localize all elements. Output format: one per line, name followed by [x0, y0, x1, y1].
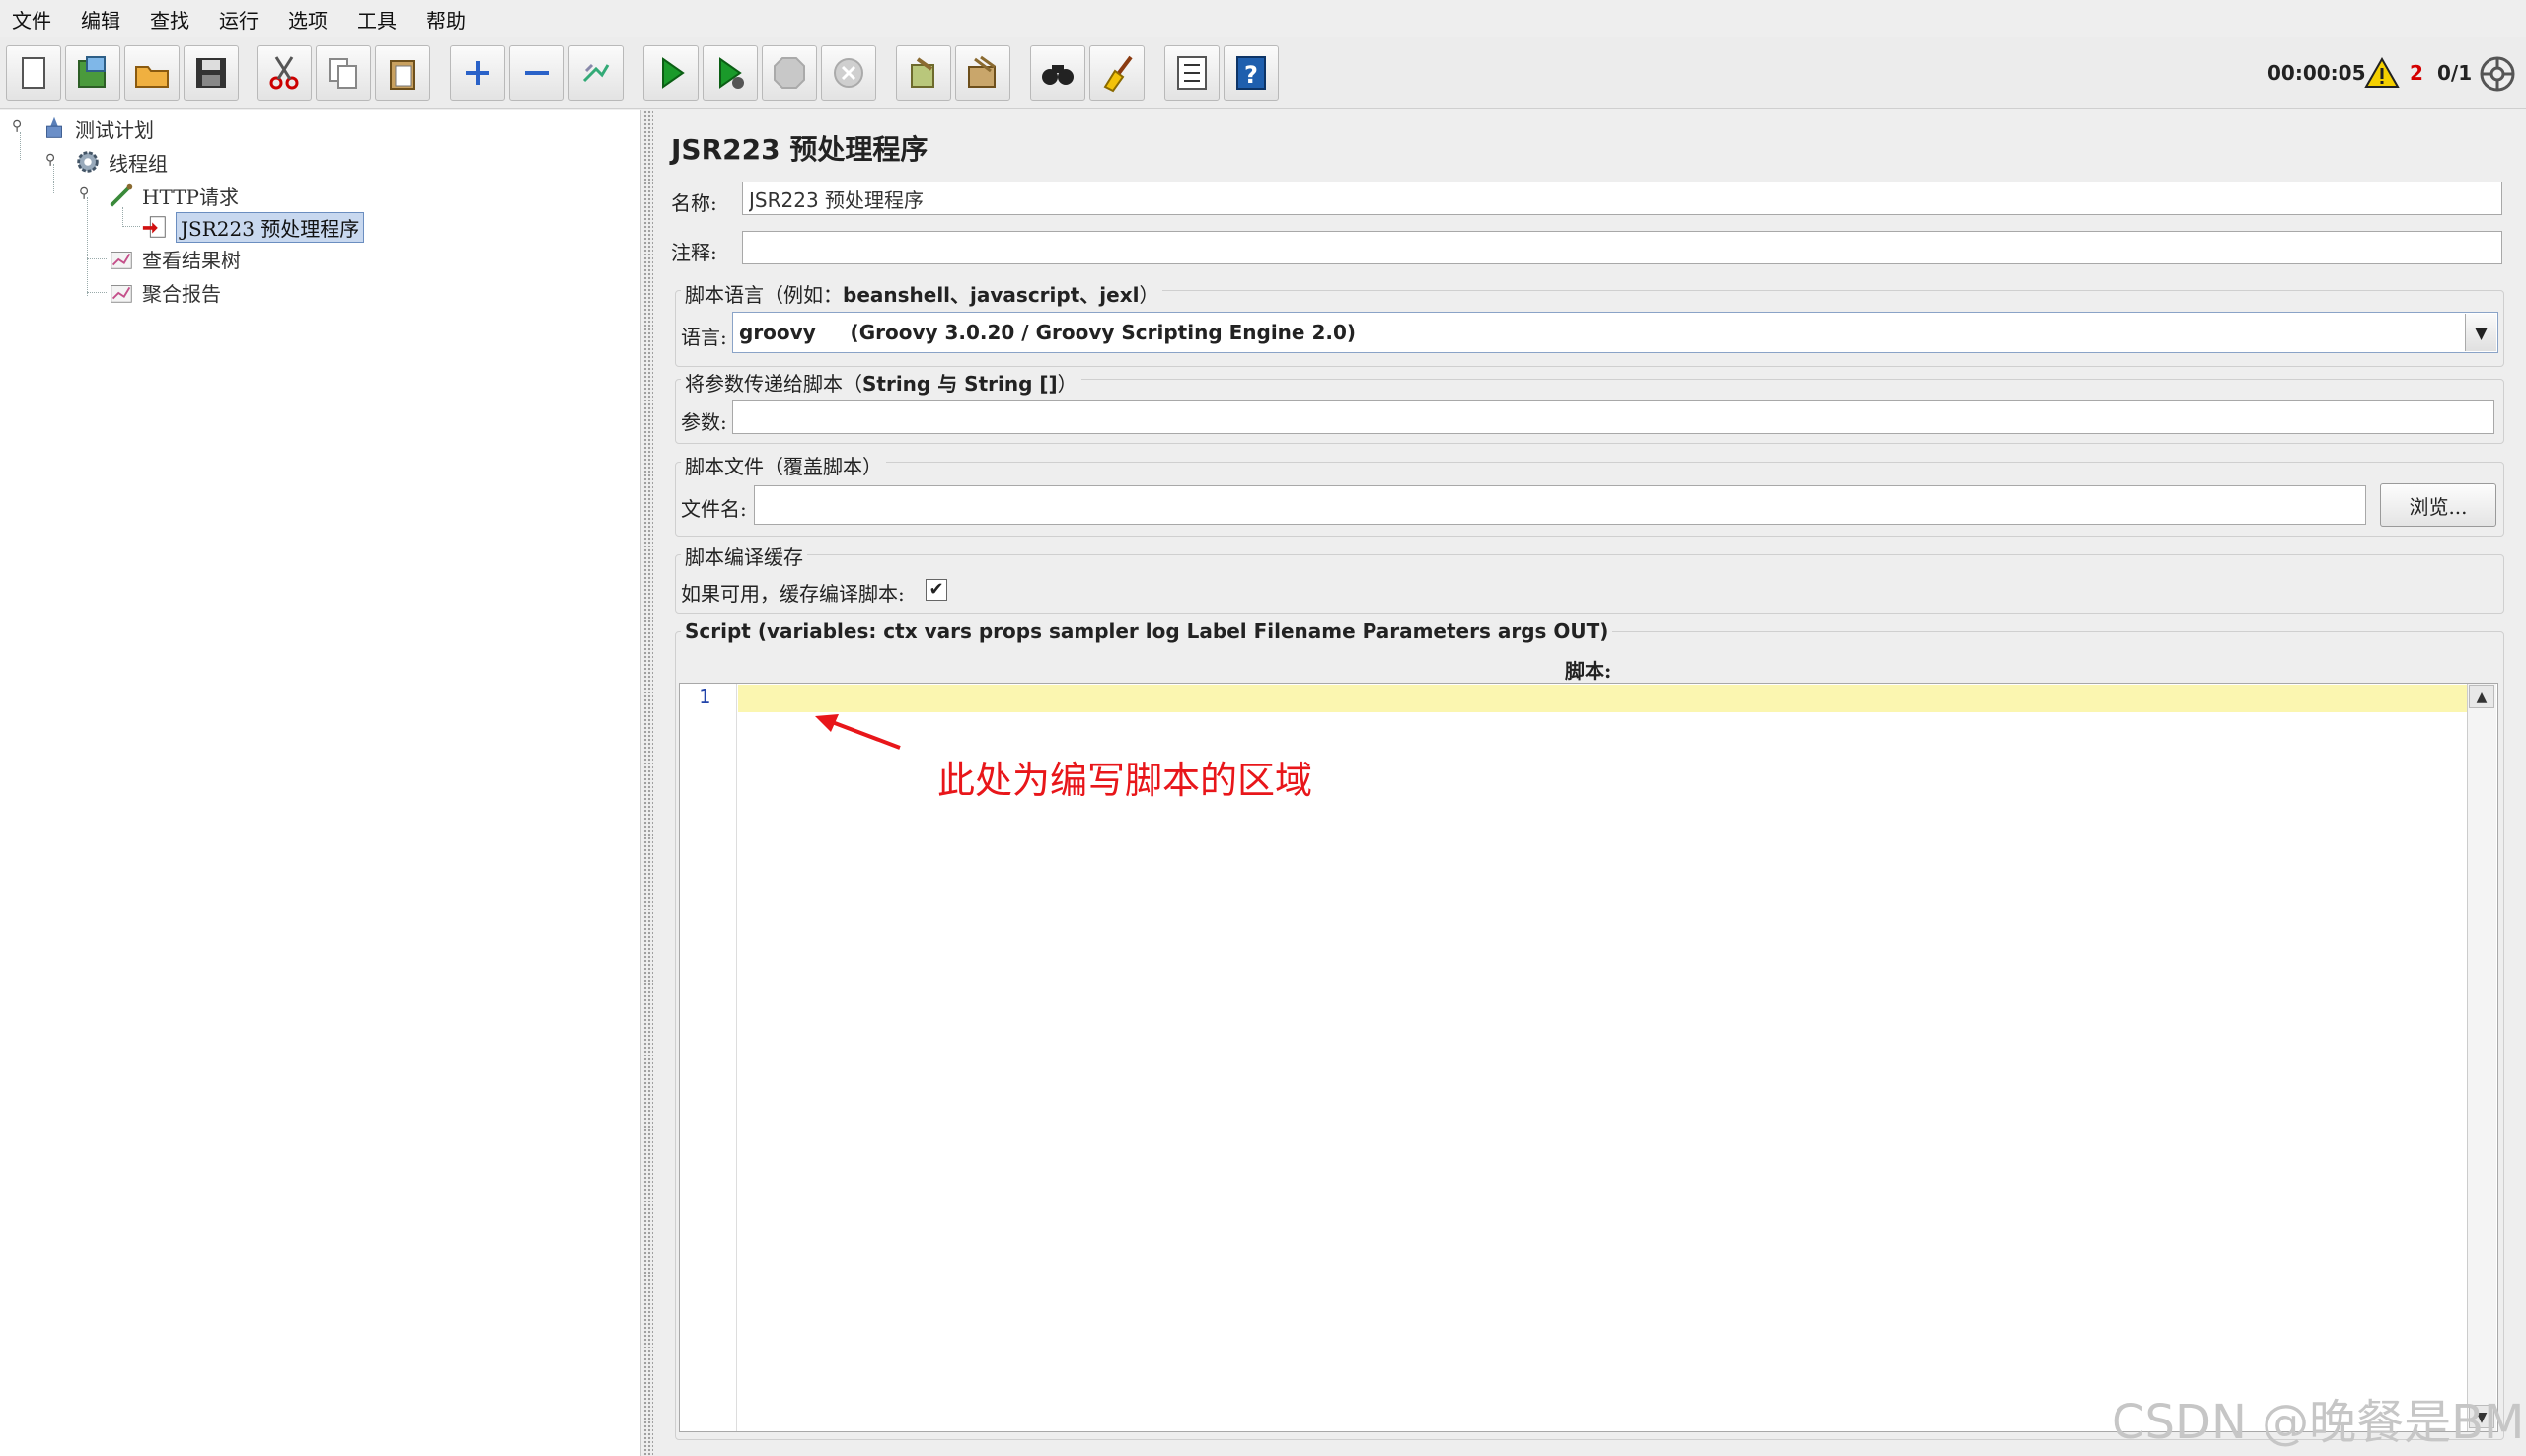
- paste-icon[interactable]: [375, 45, 430, 101]
- language-label: 语言:: [681, 326, 727, 349]
- tree-line: [20, 132, 21, 160]
- editor-scrollbar[interactable]: [2467, 684, 2496, 1431]
- tree-expand-handle[interactable]: ⚲: [12, 119, 24, 133]
- menu-edit[interactable]: 编辑: [81, 5, 120, 34]
- tree-item-view-results[interactable]: 查看结果树: [107, 243, 241, 274]
- clear-all-icon[interactable]: [955, 45, 1010, 101]
- tree-line: [87, 197, 88, 296]
- parameters-input[interactable]: [732, 400, 2494, 434]
- search-icon[interactable]: [1030, 45, 1085, 101]
- cache-label: 如果可用，缓存编译脚本:: [681, 582, 905, 606]
- tree-label: 聚合报告: [142, 281, 221, 306]
- annotation-text: 此处为编写脚本的区域: [937, 759, 1313, 802]
- filename-input[interactable]: [754, 485, 2366, 525]
- thread-count: 0/1: [2437, 61, 2473, 85]
- tree-label: 查看结果树: [142, 248, 241, 272]
- pane-splitter[interactable]: [643, 110, 653, 1456]
- save-icon[interactable]: [184, 45, 239, 101]
- script-label: 脚本:: [1565, 659, 1612, 683]
- script-language-group-title: 脚本语言（例如：beanshell、javascript、jexl）: [681, 279, 1163, 308]
- toggle-icon[interactable]: [568, 45, 624, 101]
- name-input[interactable]: [742, 182, 2502, 215]
- remote-status-icon[interactable]: [2479, 55, 2516, 93]
- preprocessor-icon: [140, 212, 170, 242]
- start-no-pause-icon[interactable]: [703, 45, 758, 101]
- menu-file[interactable]: 文件: [12, 5, 51, 34]
- tree-item-aggregate-report[interactable]: 聚合报告: [107, 276, 221, 308]
- toolbar: ?: [0, 37, 2526, 109]
- elapsed-timer: 00:00:05: [2267, 61, 2366, 85]
- cut-icon[interactable]: [257, 45, 312, 101]
- line-number: 1: [699, 685, 711, 708]
- function-helper-icon[interactable]: [1164, 45, 1220, 101]
- tree-expand-handle[interactable]: ⚲: [45, 153, 57, 167]
- test-plan-tree: [0, 110, 641, 1456]
- menu-tools[interactable]: 工具: [357, 5, 397, 34]
- script-group-title: Script (variables: ctx vars props sample…: [681, 619, 1613, 643]
- tree-label: HTTP请求: [142, 184, 239, 209]
- listener-icon: [107, 244, 136, 273]
- tree-label-selected: JSR223 预处理程序: [176, 211, 365, 243]
- menu-run[interactable]: 运行: [219, 5, 259, 34]
- current-line-highlight[interactable]: [738, 685, 2467, 712]
- tree-line: [122, 226, 140, 227]
- tree-item-jsr223[interactable]: JSR223 预处理程序: [140, 211, 365, 243]
- comment-input[interactable]: [742, 231, 2502, 264]
- clear-icon[interactable]: [896, 45, 951, 101]
- error-count: 2: [2410, 61, 2423, 85]
- tree-item-test-plan[interactable]: 测试计划: [39, 112, 154, 144]
- parameters-group-title: 将参数传递给脚本（String 与 String []）: [681, 368, 1081, 397]
- listener-icon: [107, 277, 136, 307]
- sampler-icon: [107, 181, 136, 210]
- tree-line: [53, 164, 54, 193]
- tree-label: 测试计划: [75, 117, 154, 142]
- tree-label: 线程组: [109, 151, 168, 176]
- tree-line: [87, 292, 107, 293]
- test-plan-icon: [39, 113, 69, 143]
- panel-title: JSR223 预处理程序: [671, 133, 929, 166]
- open-icon[interactable]: [124, 45, 180, 101]
- annotation-arrow-icon: [815, 714, 901, 750]
- watermark: CSDN @晚餐是BM: [2112, 1395, 2525, 1450]
- compile-cache-group: [675, 554, 2504, 614]
- new-icon[interactable]: [6, 45, 61, 101]
- start-icon[interactable]: [643, 45, 699, 101]
- filename-label: 文件名:: [681, 497, 747, 521]
- cache-checkbox[interactable]: ✔: [926, 579, 947, 601]
- chevron-down-icon[interactable]: ▼: [2465, 314, 2496, 351]
- menu-search[interactable]: 查找: [150, 5, 189, 34]
- templates-icon[interactable]: [65, 45, 120, 101]
- language-value: groovy (Groovy 3.0.20 / Groovy Scripting…: [739, 321, 1357, 344]
- scroll-up-icon[interactable]: ▲: [2469, 685, 2494, 708]
- stop-icon[interactable]: [762, 45, 817, 101]
- expand-icon[interactable]: [450, 45, 505, 101]
- line-number-gutter: [680, 684, 737, 1431]
- shutdown-icon[interactable]: [821, 45, 876, 101]
- copy-icon[interactable]: [316, 45, 371, 101]
- language-select[interactable]: groovy (Groovy 3.0.20 / Groovy Scripting…: [732, 312, 2498, 353]
- reset-search-icon[interactable]: [1089, 45, 1145, 101]
- warning-icon[interactable]: [2364, 57, 2400, 89]
- svg-text:?: ?: [1244, 61, 1258, 89]
- tree-line: [87, 258, 107, 259]
- tree-item-thread-group[interactable]: 线程组: [73, 146, 168, 178]
- menu-options[interactable]: 选项: [288, 5, 328, 34]
- tree-expand-handle[interactable]: ⚲: [79, 186, 91, 200]
- menu-bar: 文件 编辑 查找 运行 选项 工具 帮助: [0, 0, 2526, 37]
- browse-button[interactable]: 浏览...: [2380, 483, 2496, 527]
- name-label: 名称:: [671, 191, 717, 215]
- menu-help[interactable]: 帮助: [426, 5, 466, 34]
- tree-item-http-request[interactable]: HTTP请求: [107, 180, 239, 211]
- compile-cache-group-title: 脚本编译缓存: [681, 542, 807, 570]
- parameters-label: 参数:: [681, 410, 727, 434]
- help-icon[interactable]: ?: [1224, 45, 1279, 101]
- gear-icon: [73, 147, 103, 177]
- script-file-group-title: 脚本文件（覆盖脚本）: [681, 451, 886, 479]
- collapse-icon[interactable]: [509, 45, 564, 101]
- comment-label: 注释:: [671, 241, 717, 264]
